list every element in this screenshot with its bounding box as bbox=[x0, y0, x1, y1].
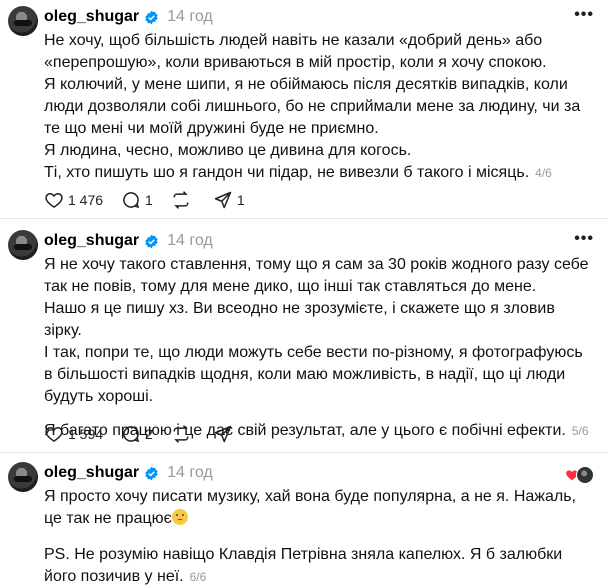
post-line-text: Ті, хто пишуть шо я гандон чи підар, не … bbox=[44, 164, 530, 181]
more-options-icon[interactable]: ••• bbox=[574, 230, 594, 248]
like-button[interactable]: 1 476 bbox=[44, 190, 103, 210]
post-text: Не хочу, щоб більшість людей навіть не к… bbox=[44, 30, 594, 184]
post-line: І так, попри те, що люди можуть себе вес… bbox=[44, 344, 583, 405]
more-options-icon[interactable]: ••• bbox=[574, 6, 594, 24]
post-header: oleg_shugar 14 год bbox=[44, 462, 213, 484]
post-line: Я не хочу такого ставлення, тому що я са… bbox=[44, 256, 589, 295]
post-header: oleg_shugar 14 год bbox=[44, 6, 213, 28]
post-text: Я не хочу такого ставлення, тому що я са… bbox=[44, 254, 594, 442]
reply-button[interactable]: 1 bbox=[121, 190, 153, 210]
reply-count: 2 bbox=[145, 426, 153, 442]
post-header: oleg_shugar 14 год bbox=[44, 230, 213, 252]
post-divider bbox=[0, 452, 608, 453]
post-line: PS. Не розумію навіщо Клавдія Петрівна з… bbox=[44, 544, 594, 588]
post-line: Не хочу, щоб більшість людей навіть не к… bbox=[44, 32, 547, 71]
repost-button[interactable] bbox=[171, 424, 195, 444]
liked-by-author[interactable] bbox=[565, 466, 594, 484]
liker-avatar bbox=[576, 466, 594, 484]
thread-pager: 6/6 bbox=[189, 570, 207, 584]
comment-icon bbox=[123, 426, 140, 443]
reply-button[interactable]: 2 bbox=[121, 424, 153, 444]
heart-icon bbox=[45, 426, 63, 442]
post-divider bbox=[0, 218, 608, 219]
grimace-emoji-icon bbox=[171, 509, 188, 525]
thread-pager: 5/6 bbox=[571, 424, 589, 438]
post-actions: 1 476 1 1 bbox=[44, 190, 263, 210]
username[interactable]: oleg_shugar bbox=[44, 8, 139, 26]
send-icon bbox=[214, 191, 232, 209]
avatar[interactable] bbox=[8, 462, 38, 492]
avatar[interactable] bbox=[8, 230, 38, 260]
share-button[interactable] bbox=[213, 424, 237, 444]
timestamp: 14 год bbox=[167, 232, 213, 249]
post-line: Я колючий, у мене шипи, я не обіймаюсь п… bbox=[44, 76, 581, 137]
username[interactable]: oleg_shugar bbox=[44, 232, 139, 250]
like-count: 1 476 bbox=[68, 192, 104, 208]
repost-button[interactable] bbox=[171, 190, 195, 210]
post-line: Я просто хочу писати музику, хай вона бу… bbox=[44, 486, 594, 530]
share-count: 1 bbox=[236, 192, 245, 208]
timestamp: 14 год bbox=[167, 8, 213, 25]
verified-badge-icon bbox=[145, 234, 158, 248]
timestamp: 14 год bbox=[167, 464, 213, 481]
username[interactable]: oleg_shugar bbox=[44, 464, 139, 482]
verified-badge-icon bbox=[145, 466, 158, 480]
avatar[interactable] bbox=[8, 6, 38, 36]
like-count: 1 594 bbox=[68, 426, 104, 442]
post-line: Я людина, чесно, можливо це дивина для к… bbox=[44, 142, 412, 159]
share-button[interactable]: 1 bbox=[213, 190, 245, 210]
reply-count: 1 bbox=[145, 192, 153, 208]
post-line: Ті, хто пишуть шо я гандон чи підар, не … bbox=[44, 162, 594, 184]
post-text: Я просто хочу писати музику, хай вона бу… bbox=[44, 486, 594, 588]
heart-icon bbox=[45, 192, 63, 208]
post-line-text: Я просто хочу писати музику, хай вона бу… bbox=[44, 488, 576, 527]
post-actions: 1 594 2 bbox=[44, 424, 255, 444]
like-button[interactable]: 1 594 bbox=[44, 424, 103, 444]
send-icon bbox=[214, 425, 232, 443]
thread-pager: 4/6 bbox=[535, 166, 552, 180]
repost-icon bbox=[173, 191, 189, 209]
verified-badge-icon bbox=[145, 10, 158, 24]
post-line: Нашо я це пишу хз. Ви всеодно не зрозумі… bbox=[44, 300, 555, 339]
comment-icon bbox=[123, 192, 140, 209]
post-line-text: PS. Не розумію навіщо Клавдія Петрівна з… bbox=[44, 546, 563, 585]
repost-icon bbox=[173, 425, 189, 443]
